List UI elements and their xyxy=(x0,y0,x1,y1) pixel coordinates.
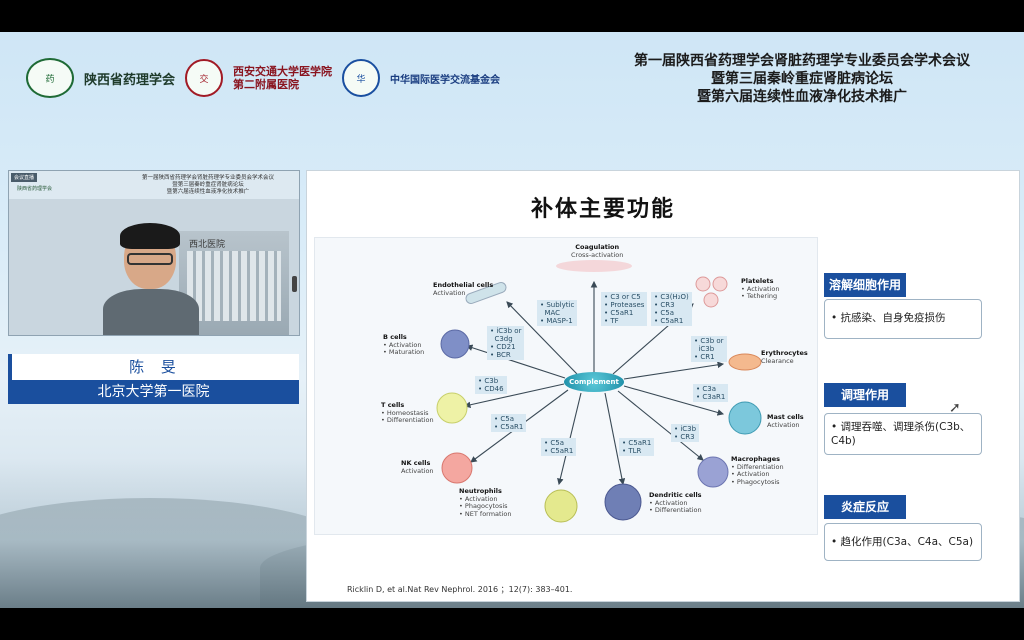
cell-label-mastcells: Mast cells Activation xyxy=(767,413,804,429)
sponsor-name: 西安交通大学医学院 第二附属医院 xyxy=(233,65,332,91)
function-heading-inflammation: 炎症反应 xyxy=(824,495,906,519)
protein-tag: • C3 or C5 • Proteases • C5aR1 • TF xyxy=(601,292,648,326)
cell-sub: Cross-activation xyxy=(571,250,624,259)
protein-tag: • C5a • C5aR1 xyxy=(491,414,527,432)
platelet-icon xyxy=(695,276,711,292)
pharmacology-society-logo: 药 xyxy=(26,58,74,98)
mast-cell-icon xyxy=(728,401,762,435)
cell-sub: • Activation • Differentiation xyxy=(649,498,702,514)
protein-tag: • iC3b or C3dg • CD21 • BCR xyxy=(487,326,525,360)
protein-tag: • iC3b • CR3 xyxy=(671,424,700,442)
protein-tag: • C3a • C3aR1 xyxy=(693,384,729,402)
video-title: 第一届陕西省药理学会肾脏药理学专业委员会学术会议 暨第三届秦岭重症肾脏病论坛 暨… xyxy=(123,175,293,196)
arrow-erythrocytes xyxy=(623,361,725,380)
glasses-icon xyxy=(127,253,173,265)
function-box-opsonization: • 调理吞噬、调理杀伤(C3b、C4b) xyxy=(824,413,982,455)
protein-tag: • Sublytic MAC • MASP-1 xyxy=(537,300,578,326)
protein-tag: • C3b or iC3b • CR1 xyxy=(691,336,727,362)
slide-title: 补体主要功能 xyxy=(530,197,675,222)
cell-label-neutrophils: Neutrophils • Activation • Phagocytosis •… xyxy=(459,487,512,518)
cell-sub: Activation xyxy=(401,466,434,475)
letterbox-bottom xyxy=(0,608,1024,640)
cell-sub: Activation xyxy=(767,420,800,429)
protein-tag: • C3b • CD46 xyxy=(475,376,507,394)
china-medical-exchange-logo: 华 xyxy=(342,59,381,97)
protein-tag: • C5aR1 • TLR xyxy=(619,438,655,456)
protein-tag: • C5a • C5aR1 xyxy=(541,438,577,456)
neutrophil-icon xyxy=(544,489,578,523)
slide-citation: Ricklin D, et al.Nat Rev Nephrol. 2016 ；… xyxy=(347,585,573,594)
nk-cell-icon xyxy=(441,452,473,484)
cell-label-dendritic: Dendritic cells • Activation • Differenti… xyxy=(649,491,702,515)
protein-tag: • C3(H₂O) • CR3 • C5a • C5aR1 xyxy=(651,292,692,326)
b-cell-icon xyxy=(440,329,470,359)
cell-label-coagulation: Coagulation Cross-activation xyxy=(571,243,624,259)
speaker-video[interactable]: 会议直播 陕西省药理学会 第一届陕西省药理学会肾脏药理学专业委员会学术会议 暨第… xyxy=(8,170,300,336)
sponsor-logos: 药 陕西省药理学会 交 西安交通大学医学院 第二附属医院 华 中华国际医学交流基… xyxy=(26,58,501,98)
complement-node: Complement xyxy=(564,372,624,392)
conference-title-line: 第一届陕西省药理学会肾脏药理学专业委员会学术会议 xyxy=(634,53,970,69)
function-box-lysis: • 抗感染、自身免疫损伤 xyxy=(824,299,982,339)
platelet-icon xyxy=(712,276,728,292)
sponsor-name: 陕西省药理学会 xyxy=(84,72,176,88)
erythrocyte-icon xyxy=(728,353,762,371)
cell-label-tcells: T cells • Homeostasis • Differentiation xyxy=(381,401,434,425)
cell-label-platelets: Platelets • Activation • Tethering xyxy=(741,277,780,301)
cell-label-endothelial: Endothelial cells Activation xyxy=(433,281,493,297)
cell-label-erythrocytes: Erythrocytes Clearance xyxy=(761,349,808,365)
mouse-pointer-icon: ➚ xyxy=(949,400,961,416)
function-heading-lysis: 溶解细胞作用 xyxy=(824,273,906,297)
cell-sub: • Activation • Tethering xyxy=(741,284,780,300)
video-title-line: 暨第六届连续性血液净化技术推广 xyxy=(166,189,250,195)
function-heading-opsonization: 调理作用 xyxy=(824,383,906,407)
conference-stage: 药 陕西省药理学会 交 西安交通大学医学院 第二附属医院 华 中华国际医学交流基… xyxy=(0,32,1024,608)
speaker-name: 陈 旻 xyxy=(8,354,299,380)
sponsor-name-line: 西安交通大学医学院 xyxy=(233,65,333,78)
speaker-hospital: 北京大学第一医院 xyxy=(8,380,299,404)
coagulation-icon xyxy=(556,260,632,272)
xjtu-medical-logo: 交 xyxy=(185,59,224,97)
conference-title-line: 暨第三届秦岭重症肾脏病论坛 xyxy=(711,71,893,87)
complement-function-diagram: Complement Coagulation Cross-activation E… xyxy=(314,237,818,535)
cell-sub: Activation xyxy=(433,288,466,297)
video-title-line: 第一届陕西省药理学会肾脏药理学专业委员会学术会议 xyxy=(141,175,274,181)
cell-sub: • Homeostasis • Differentiation xyxy=(381,408,434,424)
macrophage-icon xyxy=(697,456,729,488)
conference-title-line: 暨第六届连续性血液净化技术推广 xyxy=(697,89,907,105)
platelet-icon xyxy=(703,292,719,308)
cell-sub: • Differentiation • Activation • Phagocy… xyxy=(731,462,784,486)
cell-label-nkcells: NK cells Activation xyxy=(401,459,434,475)
video-title-line: 暨第三届秦岭重症肾脏病论坛 xyxy=(172,182,244,188)
building-sign: 西北医院 xyxy=(189,240,226,250)
speaker-hair xyxy=(120,223,180,249)
t-cell-icon xyxy=(436,392,468,424)
cell-label-macrophages: Macrophages • Differentiation • Activatio… xyxy=(731,455,784,486)
conference-title: 第一届陕西省药理学会肾脏药理学专业委员会学术会议 暨第三届秦岭重症肾脏病论坛 暨… xyxy=(634,52,970,106)
cell-label-bcells: B cells • Activation • Maturation xyxy=(383,333,425,357)
dendritic-cell-icon xyxy=(604,483,642,521)
speaker-body xyxy=(103,289,199,335)
video-scroll-handle[interactable] xyxy=(292,276,297,292)
cell-sub: Clearance xyxy=(761,356,794,365)
video-header: 会议直播 陕西省药理学会 第一届陕西省药理学会肾脏药理学专业委员会学术会议 暨第… xyxy=(9,171,299,199)
cell-sub: • Activation • Phagocytosis • NET format… xyxy=(459,494,512,518)
cell-sub: • Activation • Maturation xyxy=(383,340,425,356)
speaker-figure xyxy=(103,223,199,335)
function-box-inflammation: • 趋化作用(C3a、C4a、C5a) xyxy=(824,523,982,561)
live-badge: 会议直播 xyxy=(11,173,38,182)
sponsor-name-line: 第二附属医院 xyxy=(233,78,300,91)
sponsor-name: 中华国际医学交流基金会 xyxy=(390,74,501,86)
video-logo-text: 陕西省药理学会 xyxy=(17,186,53,192)
presentation-slide: 补体主要功能 Complement Coagulation Cross-acti… xyxy=(306,170,1020,602)
